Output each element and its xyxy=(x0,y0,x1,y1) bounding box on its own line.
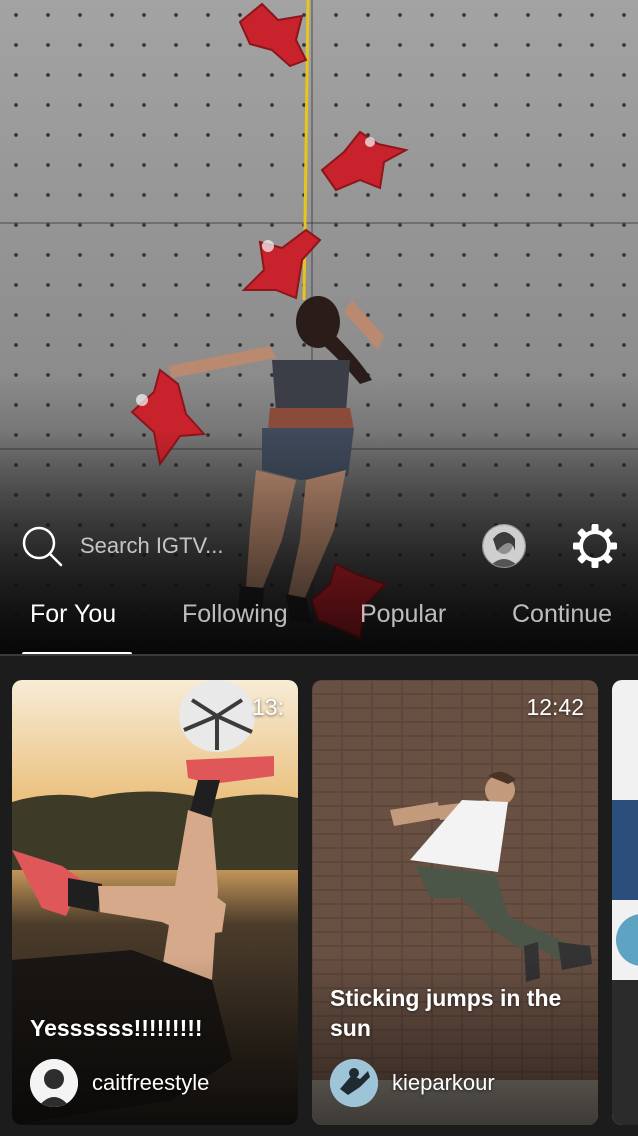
video-title: Sticking jumps in the sun xyxy=(330,985,562,1041)
search-bar[interactable] xyxy=(20,524,400,568)
video-card[interactable] xyxy=(612,680,638,1125)
author-avatar-image xyxy=(30,1059,78,1107)
profile-avatar-image xyxy=(483,525,525,567)
tab-popular[interactable]: Popular xyxy=(360,600,446,629)
climbing-hold xyxy=(320,130,409,192)
climbing-hold xyxy=(238,2,308,68)
igtv-screen: For You Following Popular Continue xyxy=(0,0,638,1136)
video-card[interactable]: 13: Yessssss!!!!!!!!! caitfreestyle xyxy=(12,680,298,1125)
tab-following[interactable]: Following xyxy=(182,600,288,629)
video-card[interactable]: 12:42 Sticking jumps in the sun kieparko… xyxy=(312,680,598,1125)
tab-for-you[interactable]: For You xyxy=(30,600,116,629)
video-duration: 13: xyxy=(252,694,284,720)
video-thumbnail xyxy=(612,680,638,1125)
video-author[interactable]: kieparkour xyxy=(330,1059,495,1107)
tab-continue[interactable]: Continue xyxy=(512,600,612,629)
author-avatar[interactable] xyxy=(330,1059,378,1107)
profile-avatar[interactable] xyxy=(482,524,526,568)
search-icon xyxy=(22,526,63,567)
featured-video[interactable] xyxy=(0,0,638,680)
author-username: kieparkour xyxy=(392,1070,495,1095)
climbing-hold xyxy=(241,228,322,300)
gear-icon[interactable] xyxy=(572,523,618,569)
video-duration: 12:42 xyxy=(526,694,584,720)
video-title: Yessssss!!!!!!!!! xyxy=(30,1015,203,1041)
video-author[interactable]: caitfreestyle xyxy=(30,1059,209,1107)
author-avatar-image xyxy=(330,1059,378,1107)
search-input[interactable] xyxy=(78,532,382,560)
category-tabs: For You Following Popular Continue xyxy=(0,590,638,656)
author-avatar[interactable] xyxy=(30,1059,78,1107)
author-username: caitfreestyle xyxy=(92,1070,210,1095)
